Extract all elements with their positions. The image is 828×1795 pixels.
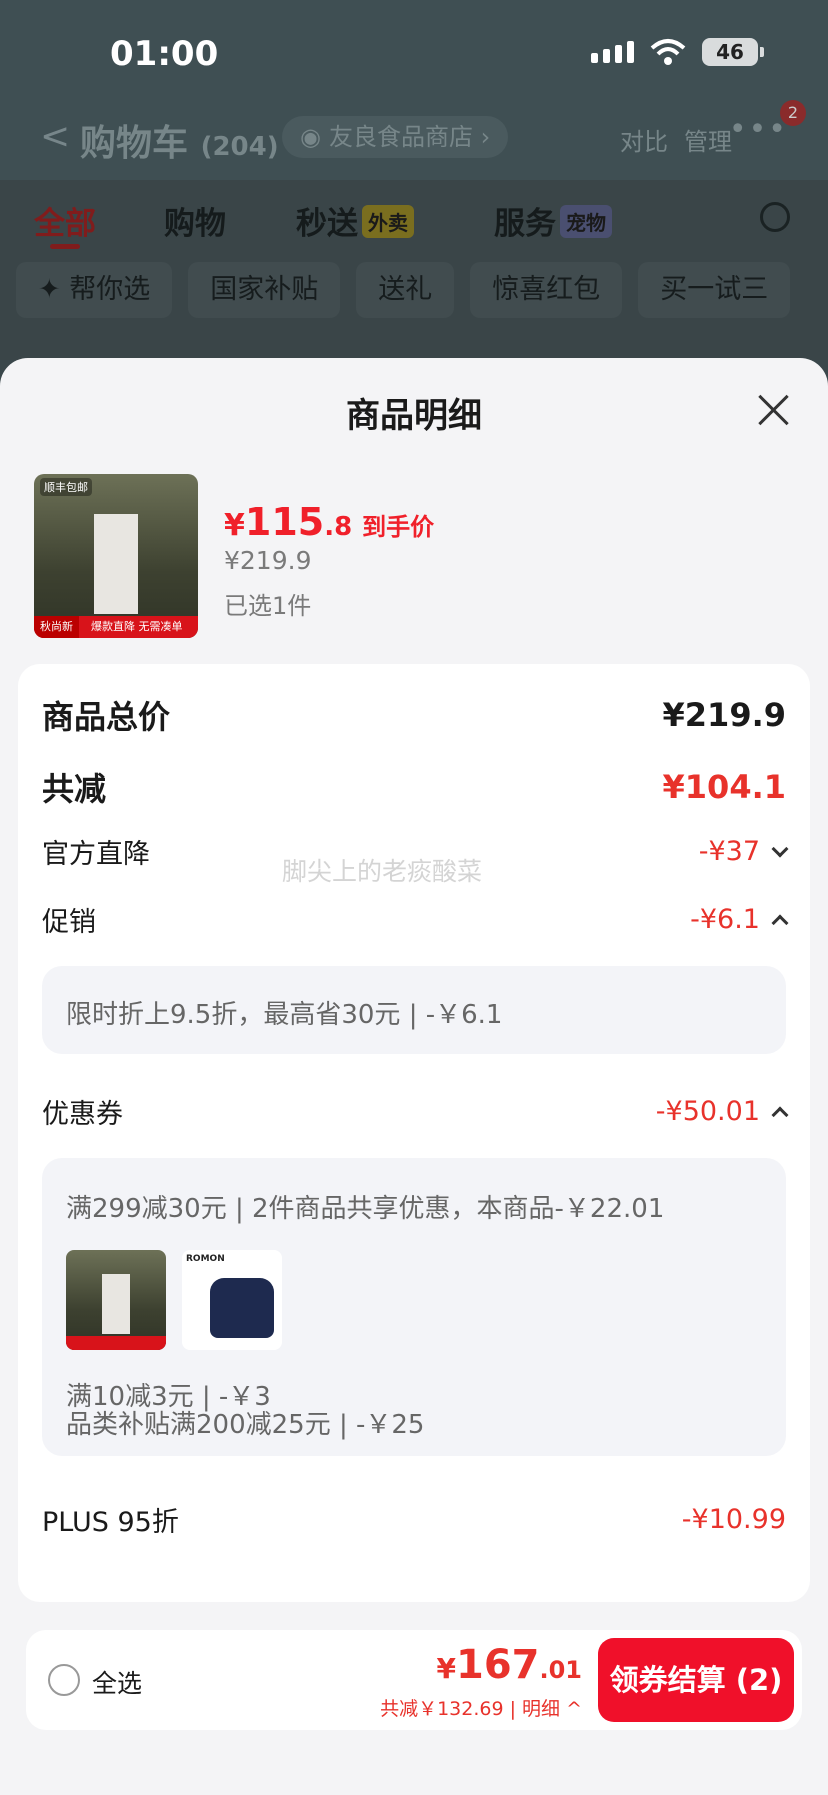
chevron-up-icon [771, 1106, 789, 1123]
tab-all[interactable]: 全部 [34, 198, 96, 249]
reduce-label: 共减 [42, 770, 107, 808]
official-value: -¥37 [698, 836, 760, 867]
chip-try[interactable]: 买一试三 [638, 262, 791, 318]
coupon-label: 优惠券 [42, 1099, 123, 1130]
cart-title-text: 购物车 [80, 123, 189, 164]
filter-chips: ✦ 帮你选 国家补贴 送礼 惊喜红包 买一试三 [16, 262, 791, 318]
sheet-title: 商品明细 [346, 396, 482, 436]
compare-button[interactable]: 对比 [620, 122, 668, 157]
coupon-line: 品类补贴满200减25元 | -￥25 [66, 1410, 425, 1440]
sweater-brand: ROMON [186, 1254, 225, 1264]
selected-count: 已选1件 [224, 592, 312, 620]
tab-label: 全部 [34, 206, 96, 242]
tab-instant[interactable]: 秒送 外卖 [296, 198, 414, 243]
coupon-line: 满299减30元 | 2件商品共享优惠，本商品-￥22.01 [66, 1194, 665, 1224]
tab-label: 秒送 [296, 206, 358, 242]
tab-services[interactable]: 服务 宠物 [494, 198, 612, 243]
total-int: 167 [455, 1642, 540, 1688]
checkout-detail-link[interactable]: 共减￥132.69 | 明细 ^ [380, 1694, 582, 1721]
select-all-radio[interactable] [48, 1664, 80, 1696]
plus-label: PLUS 95折 [42, 1507, 179, 1538]
total-value: ¥219.9 [662, 696, 786, 734]
cart-count: (204) [200, 132, 279, 162]
status-time: 01:00 [110, 34, 219, 74]
sweater-thumbnail: ROMON [182, 1250, 282, 1350]
chip-red-packet[interactable]: 惊喜红包 [470, 262, 623, 318]
reduce-value: ¥104.1 [662, 768, 786, 806]
store-pill[interactable]: ◉ 友良食品商店 › [282, 116, 509, 158]
total-price-row: 商品总价 ¥219.9 [42, 692, 786, 738]
wifi-icon [650, 39, 686, 65]
search-icon[interactable] [760, 202, 790, 232]
official-discount-row[interactable]: 官方直降 -¥37 [42, 832, 789, 871]
total-label: 商品总价 [42, 698, 171, 736]
store-name: 友良食品商店 [328, 123, 473, 151]
product-strip: 秋尚新 爆款直降 无需凑单 [34, 616, 198, 638]
more-icon[interactable]: ••• [729, 112, 788, 147]
coupon-value: -¥50.01 [655, 1096, 760, 1127]
total-yen: ¥ [436, 1652, 456, 1685]
price-breakdown-card: 商品总价 ¥219.9 共减 ¥104.1 脚尖上的老痰酸菜 官方直降 -¥37… [18, 664, 810, 1602]
price-int: 115 [244, 500, 325, 544]
manage-button[interactable]: 管理 [684, 122, 732, 157]
price-label: 到手价 [362, 513, 435, 541]
sweater-body [210, 1278, 274, 1338]
price-dec: .8 [324, 512, 353, 542]
promotion-row[interactable]: 促销 -¥6.1 [42, 900, 789, 939]
original-price: ¥219.9 [224, 546, 312, 575]
plus-discount-row: PLUS 95折 -¥10.99 [42, 1500, 786, 1539]
promo-detail: 限时折上9.5折，最高省30元 | -￥6.1 [66, 1000, 503, 1030]
tab-shopping[interactable]: 购物 [164, 198, 226, 243]
cart-title: 购物车 (204) [80, 114, 279, 166]
signal-icon [591, 41, 634, 63]
promo-detail-box: 限时折上9.5折，最高省30元 | -￥6.1 [42, 966, 786, 1054]
eye-icon: ◉ [300, 123, 321, 151]
tab-tag: 宠物 [560, 205, 612, 238]
chevron-down-icon [771, 840, 789, 857]
checkout-button[interactable]: 领券结算 (2) [598, 1638, 794, 1722]
plus-value: -¥10.99 [681, 1504, 786, 1535]
chevron-up-icon [771, 914, 789, 931]
product-badge: 顺丰包邮 [40, 478, 92, 496]
chip-gift[interactable]: 送礼 [356, 262, 455, 318]
thumb-strip [66, 1336, 166, 1350]
promo-label: 促销 [42, 907, 96, 938]
tab-label: 服务 [494, 206, 556, 242]
promo-value: -¥6.1 [690, 904, 760, 935]
coupon-detail-box: 满299减30元 | 2件商品共享优惠，本商品-￥22.01 ROMON 满10… [42, 1158, 786, 1456]
thumb-shirt [102, 1274, 130, 1334]
price-yen: ¥ [224, 508, 245, 543]
tab-label: 购物 [164, 206, 226, 242]
cart-header: < 购物车 (204) ◉ 友良食品商店 › 对比 管理 ••• 2 [0, 100, 828, 180]
battery-icon: 46 [702, 38, 764, 66]
chip-label: 帮你选 [69, 274, 151, 305]
product-brand: 秋尚新 [34, 616, 79, 638]
checkout-bar: 全选 ¥167.01 共减￥132.69 | 明细 ^ 领券结算 (2) [26, 1630, 802, 1730]
coupon-row[interactable]: 优惠券 -¥50.01 [42, 1092, 789, 1131]
checkout-total: ¥167.01 [437, 1642, 583, 1688]
tab-tag: 外卖 [362, 205, 414, 238]
tab-underline [50, 244, 80, 249]
reduce-row: 共减 ¥104.1 [42, 764, 786, 810]
total-dec: .01 [539, 1656, 582, 1684]
jacket-thumbnail [66, 1250, 166, 1350]
sparkle-icon: ✦ [38, 274, 61, 305]
product-shirt [94, 514, 138, 614]
back-icon[interactable]: < [40, 116, 70, 157]
cart-tabs: 全部 购物 秒送 外卖 服务 宠物 ✦ 帮你选 国家补贴 送礼 惊喜红包 买一试三 [0, 180, 828, 360]
detail-sheet: 商品明细 顺丰包邮 秋尚新 爆款直降 无需凑单 ¥115.8 到手价 ¥219.9… [0, 358, 828, 1795]
status-icons: 46 [591, 38, 764, 66]
official-label: 官方直降 [42, 839, 150, 870]
select-all-label[interactable]: 全选 [92, 1664, 142, 1700]
close-icon[interactable] [758, 394, 790, 426]
product-image: 顺丰包邮 秋尚新 爆款直降 无需凑单 [34, 474, 198, 638]
final-price: ¥115.8 到手价 [224, 500, 434, 544]
product-strip-text: 爆款直降 无需凑单 [91, 620, 183, 633]
chip-help-choose[interactable]: ✦ 帮你选 [16, 262, 173, 318]
status-bar: 01:00 46 [0, 0, 828, 110]
chip-subsidy[interactable]: 国家补贴 [188, 262, 341, 318]
notification-badge: 2 [780, 100, 806, 126]
